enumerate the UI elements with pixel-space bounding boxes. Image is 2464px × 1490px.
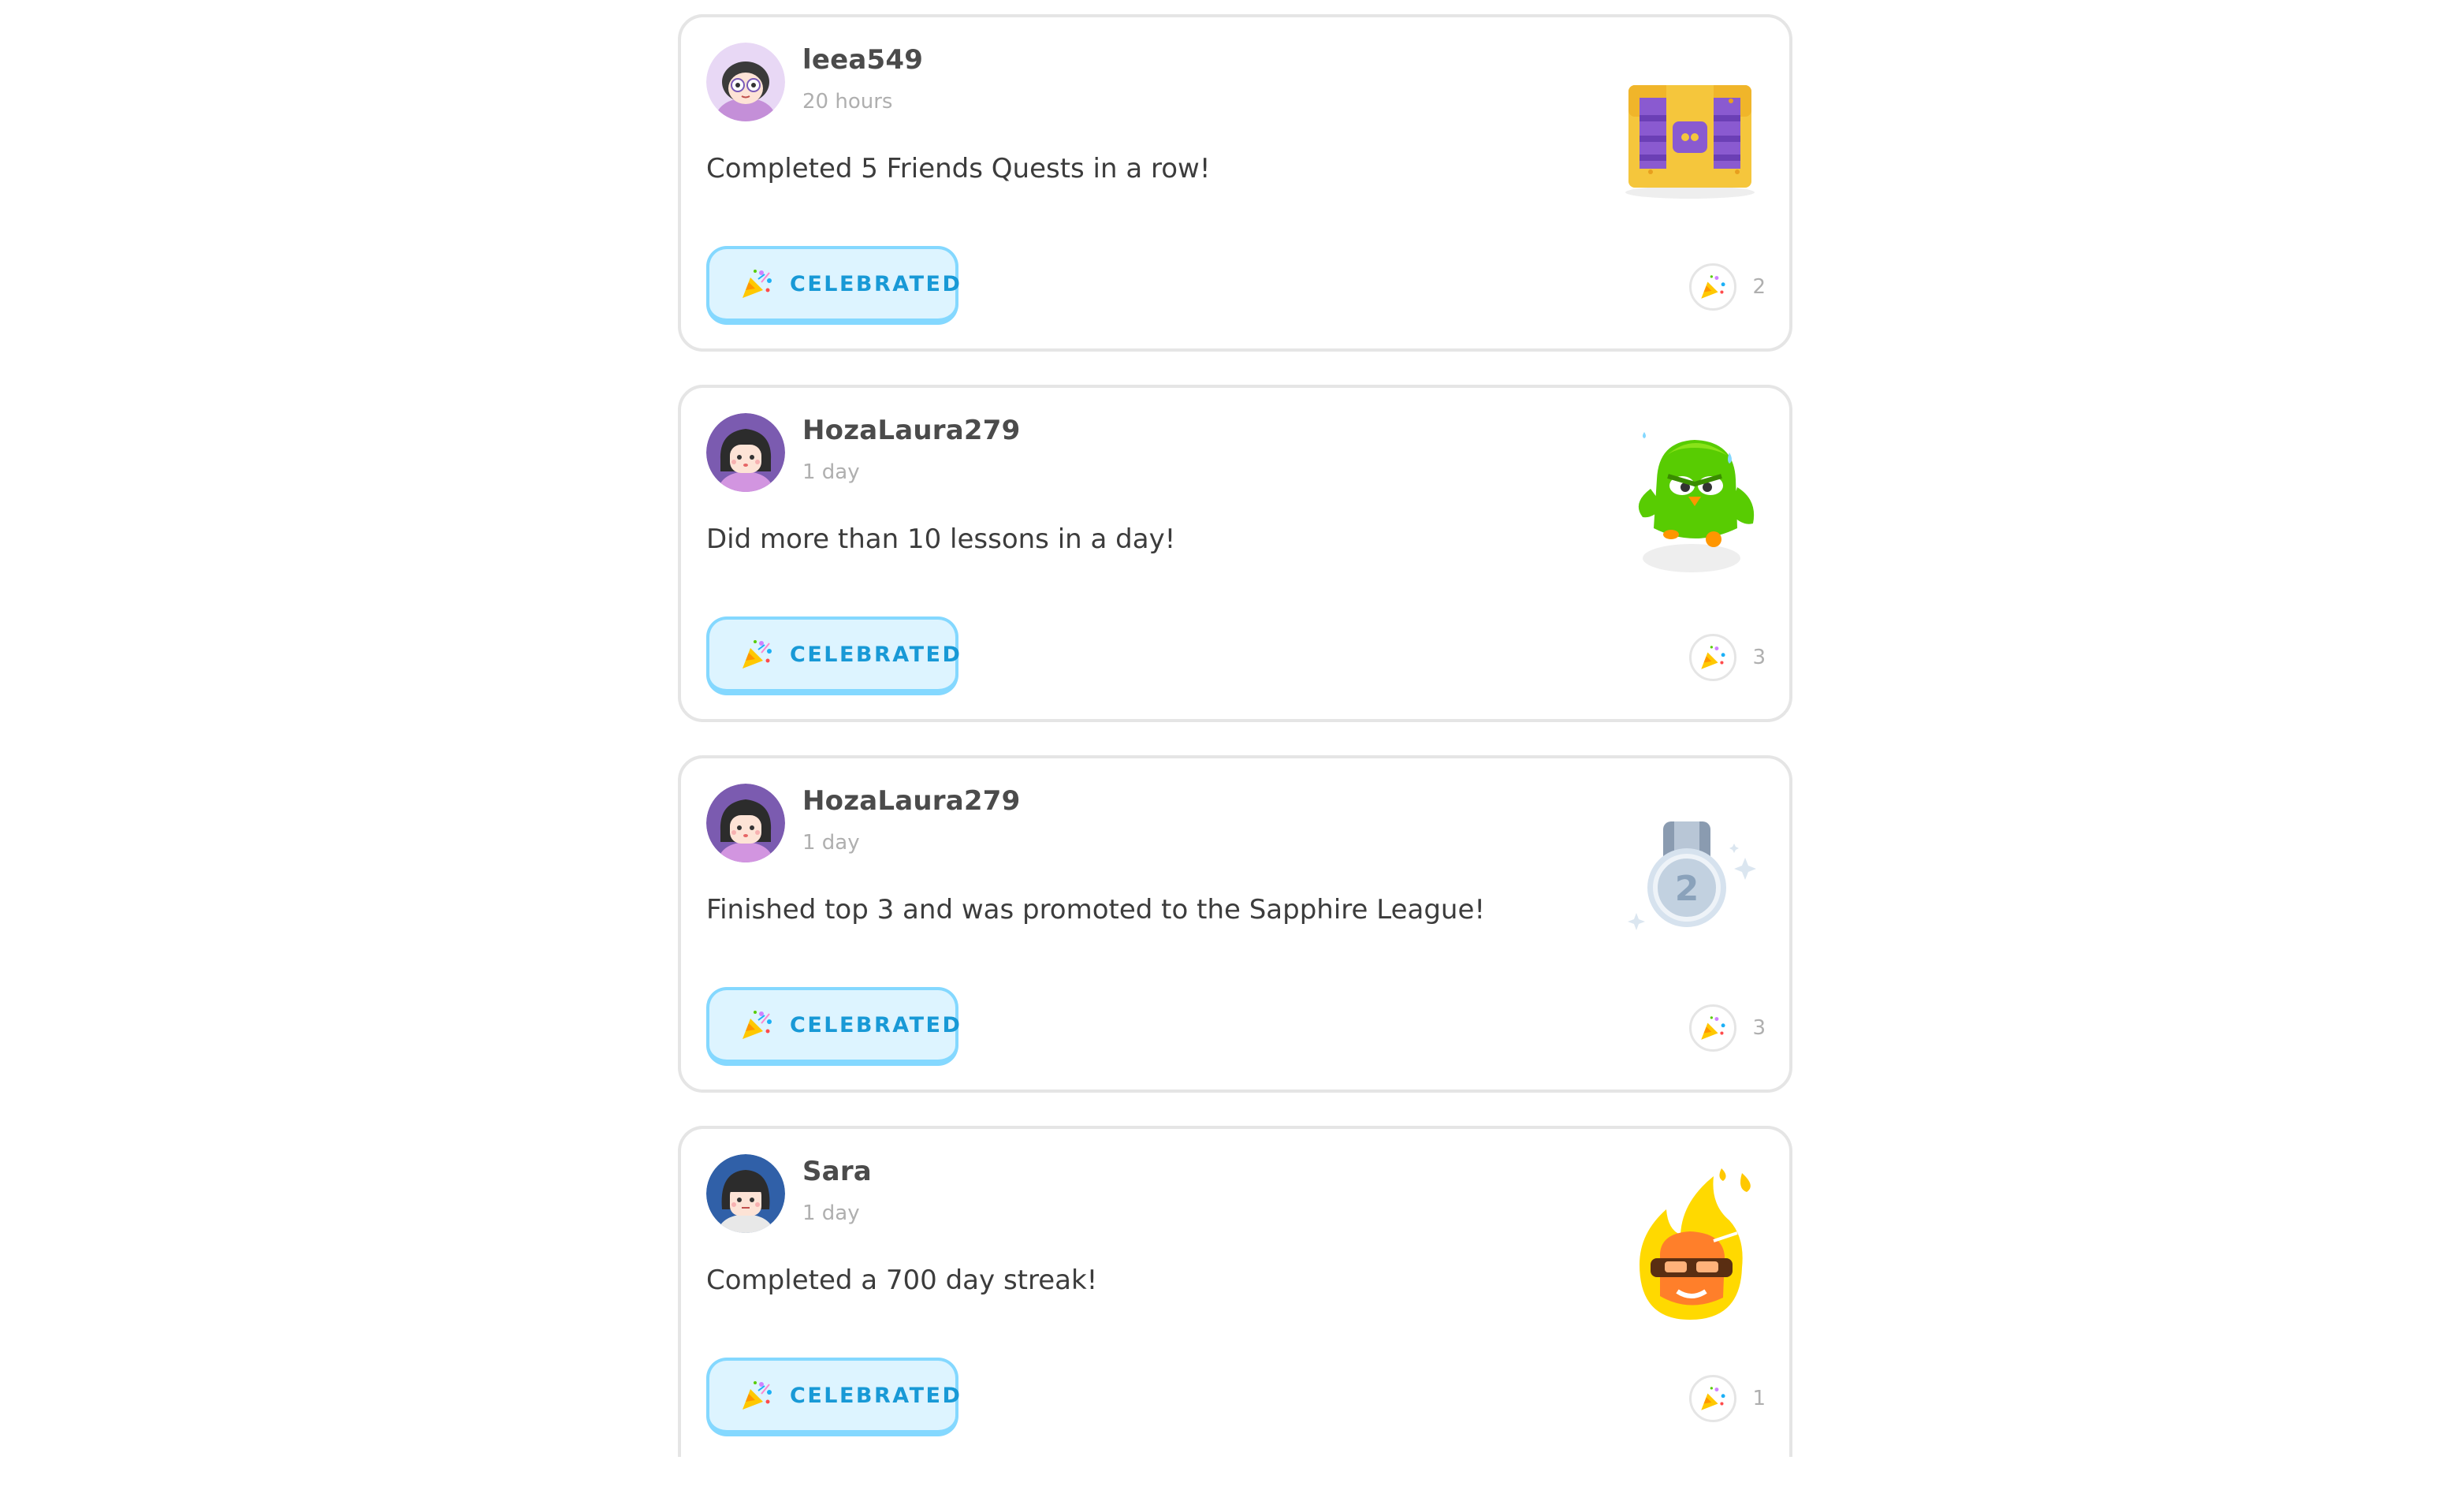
party-popper-icon xyxy=(1689,634,1737,681)
celebrated-button[interactable]: CELEBRATED xyxy=(706,987,960,1066)
feed-card: HozaLaura279 1 day Finished top 3 and wa… xyxy=(678,755,1792,1093)
party-popper-icon xyxy=(1689,263,1737,311)
celebrated-button[interactable]: CELEBRATED xyxy=(706,616,960,695)
feed-card: HozaLaura279 1 day Did more than 10 less… xyxy=(678,385,1792,722)
celebration-count-value: 2 xyxy=(1752,275,1766,299)
avatar-bangs-icon[interactable] xyxy=(706,1154,785,1233)
party-popper-icon xyxy=(739,266,774,301)
celebration-count[interactable]: 3 xyxy=(1689,634,1766,681)
feed-message: Completed a 700 day streak! xyxy=(706,1265,1098,1296)
celebrated-button[interactable]: CELEBRATED xyxy=(706,246,960,325)
strong-owl-icon xyxy=(1619,424,1761,590)
celebration-count-value: 3 xyxy=(1752,646,1766,669)
celebrated-button[interactable]: CELEBRATED xyxy=(706,1358,960,1436)
celebration-count[interactable]: 2 xyxy=(1689,263,1766,311)
username[interactable]: leea549 xyxy=(802,44,923,76)
feed-card: Sara 1 day Completed a 700 day streak! C… xyxy=(678,1126,1792,1457)
feed-message: Completed 5 Friends Quests in a row! xyxy=(706,153,1211,184)
streak-flame-icon xyxy=(1619,1165,1761,1331)
username[interactable]: HozaLaura279 xyxy=(802,415,1020,446)
party-popper-icon xyxy=(1689,1004,1737,1052)
username[interactable]: Sara xyxy=(802,1156,872,1187)
timestamp: 1 day xyxy=(802,831,860,855)
party-popper-icon xyxy=(739,637,774,672)
avatar-glasses-icon[interactable] xyxy=(706,43,785,121)
party-popper-icon xyxy=(739,1378,774,1413)
feed-card: leea549 20 hours Completed 5 Friends Que… xyxy=(678,14,1792,352)
celebrated-label: CELEBRATED xyxy=(790,1012,962,1037)
silver-medal-icon: 2 xyxy=(1619,795,1761,960)
celebrated-label: CELEBRATED xyxy=(790,271,962,296)
feed-message: Did more than 10 lessons in a day! xyxy=(706,523,1176,555)
timestamp: 20 hours xyxy=(802,90,893,114)
celebration-count-value: 1 xyxy=(1752,1387,1766,1410)
avatar-bob-hair-icon[interactable] xyxy=(706,784,785,862)
timestamp: 1 day xyxy=(802,460,860,484)
username[interactable]: HozaLaura279 xyxy=(802,785,1020,817)
feed-message: Finished top 3 and was promoted to the S… xyxy=(706,894,1486,926)
timestamp: 1 day xyxy=(802,1201,860,1225)
friends-feed: leea549 20 hours Completed 5 Friends Que… xyxy=(678,14,1792,1490)
celebration-count-value: 3 xyxy=(1752,1016,1766,1040)
celebrated-label: CELEBRATED xyxy=(790,642,962,667)
avatar-bob-hair-icon[interactable] xyxy=(706,413,785,492)
celebration-count[interactable]: 3 xyxy=(1689,1004,1766,1052)
party-popper-icon xyxy=(1689,1375,1737,1422)
celebration-count[interactable]: 1 xyxy=(1689,1375,1766,1422)
treasure-chest-icon xyxy=(1619,54,1761,219)
medal-number: 2 xyxy=(1675,869,1699,909)
celebrated-label: CELEBRATED xyxy=(790,1383,962,1408)
party-popper-icon xyxy=(739,1008,774,1042)
